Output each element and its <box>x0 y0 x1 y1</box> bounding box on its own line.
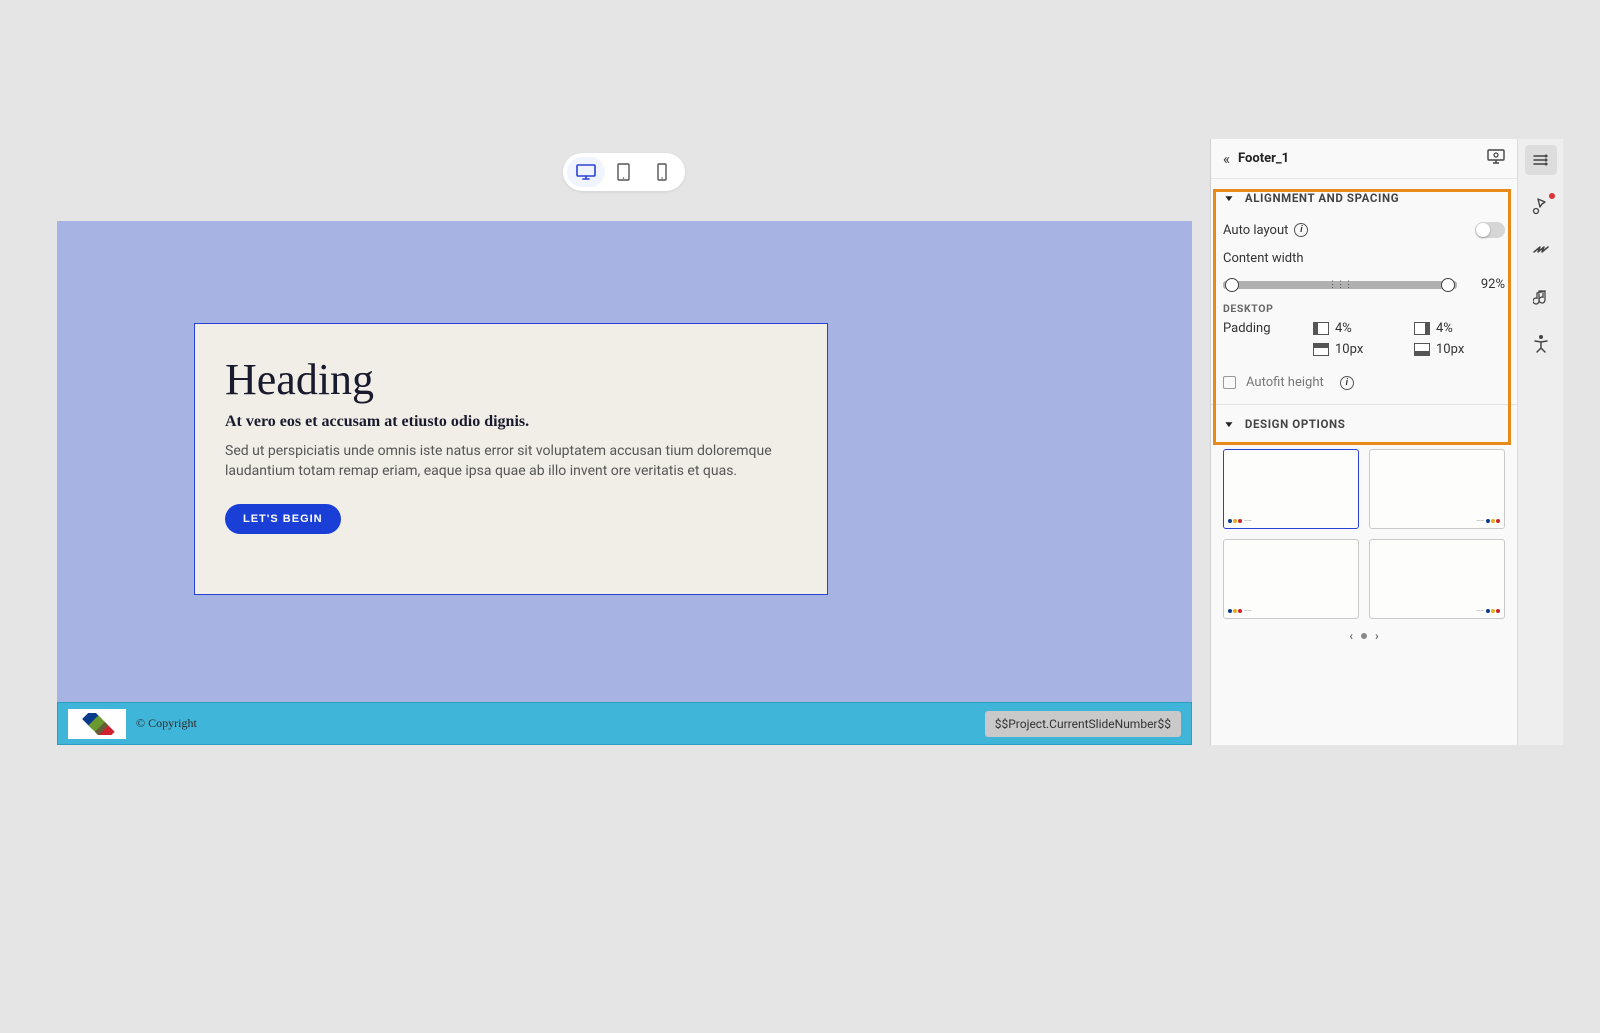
content-width-row: Content width <box>1211 245 1517 271</box>
design-options-pager: ‹ › <box>1211 623 1517 649</box>
footer-logo[interactable] <box>68 709 126 739</box>
alignment-section-toggle[interactable]: ▼ ALIGNMENT AND SPACING <box>1211 179 1517 215</box>
device-tablet-button[interactable] <box>605 157 643 187</box>
copyright-text[interactable]: © Copyright <box>136 716 197 731</box>
desktop-sublabel: DESKTOP <box>1211 296 1517 317</box>
device-desktop-button[interactable] <box>567 157 605 187</box>
design-option-1[interactable]: —— <box>1223 449 1359 529</box>
notification-dot-icon <box>1549 193 1555 199</box>
right-toolbar <box>1517 139 1563 745</box>
slider-grip-icon: ⋮⋮⋮ <box>1328 280 1352 290</box>
padding-left-icon <box>1313 322 1329 335</box>
app-shell: Heading At vero eos et accusam at etiust… <box>37 139 1563 745</box>
pager-prev[interactable]: ‹ <box>1349 629 1353 643</box>
inspector-header: « Footer_1 <box>1211 139 1517 179</box>
pager-next[interactable]: › <box>1375 629 1379 643</box>
padding-grid: Padding 4% 4% 10px 10px <box>1211 317 1517 365</box>
pager-dot[interactable] <box>1361 633 1367 639</box>
back-icon[interactable]: « <box>1223 150 1230 168</box>
info-icon[interactable]: i <box>1294 223 1308 237</box>
thumb-text: —— <box>1476 608 1484 614</box>
padding-top-icon <box>1313 343 1329 356</box>
design-option-2[interactable]: —— <box>1369 449 1505 529</box>
padding-top-input[interactable]: 10px <box>1313 342 1404 357</box>
design-options-grid: —— —— —— —— <box>1211 441 1517 623</box>
content-width-slider[interactable]: ⋮⋮⋮ <box>1223 281 1457 289</box>
padding-left-input[interactable]: 4% <box>1313 321 1404 336</box>
audio-tab[interactable] <box>1525 283 1557 313</box>
padding-right-input[interactable]: 4% <box>1414 321 1505 336</box>
inspector-panel: « Footer_1 ▼ ALIGNMENT AND SPACING Auto … <box>1210 139 1517 745</box>
chevron-down-icon: ▼ <box>1223 193 1235 203</box>
autofit-label: Autofit height <box>1246 375 1324 390</box>
content-width-label: Content width <box>1223 251 1304 266</box>
slider-min-knob[interactable] <box>1225 278 1239 292</box>
selected-object-name: Footer_1 <box>1238 151 1289 166</box>
content-width-value: 92% <box>1467 277 1505 292</box>
padding-bottom-icon <box>1414 343 1430 356</box>
device-switcher <box>563 153 685 191</box>
padding-right-icon <box>1414 322 1430 335</box>
auto-layout-toggle[interactable] <box>1475 222 1505 238</box>
design-option-3[interactable]: —— <box>1223 539 1359 619</box>
heading-text[interactable]: Heading <box>225 354 797 405</box>
cta-button[interactable]: LET'S BEGIN <box>225 504 341 534</box>
slide-canvas[interactable]: Heading At vero eos et accusam at etiust… <box>57 221 1192 745</box>
properties-tab[interactable] <box>1525 145 1557 175</box>
footer-band[interactable]: © Copyright $$Project.CurrentSlideNumber… <box>57 702 1192 745</box>
slider-max-knob[interactable] <box>1441 278 1455 292</box>
design-option-4[interactable]: —— <box>1369 539 1505 619</box>
interactions-tab[interactable] <box>1525 191 1557 221</box>
thumb-text: —— <box>1244 608 1252 614</box>
canvas-area: Heading At vero eos et accusam at etiust… <box>37 139 1210 745</box>
design-options-toggle[interactable]: ▼ DESIGN OPTIONS <box>1211 405 1517 441</box>
padding-bottom-input[interactable]: 10px <box>1414 342 1505 357</box>
autofit-height-row[interactable]: Autofit height i <box>1211 365 1517 404</box>
auto-layout-row: Auto layout i <box>1211 215 1517 245</box>
desktop-preview-icon[interactable] <box>1487 149 1505 169</box>
slide-number-variable[interactable]: $$Project.CurrentSlideNumber$$ <box>985 711 1181 737</box>
autofit-checkbox[interactable] <box>1223 376 1236 389</box>
content-width-slider-row: ⋮⋮⋮ 92% <box>1211 271 1517 296</box>
padding-label: Padding <box>1223 321 1303 336</box>
device-mobile-button[interactable] <box>643 157 681 187</box>
auto-layout-label: Auto layout <box>1223 223 1288 238</box>
thumb-text: —— <box>1244 518 1252 524</box>
subheading-text[interactable]: At vero eos et accusam at etiusto odio d… <box>225 413 797 431</box>
info-icon[interactable]: i <box>1340 376 1354 390</box>
thumb-text: —— <box>1476 518 1484 524</box>
content-card[interactable]: Heading At vero eos et accusam at etiust… <box>194 323 828 595</box>
body-text[interactable]: Sed ut perspiciatis unde omnis iste natu… <box>225 441 797 482</box>
chevron-down-icon: ▼ <box>1223 419 1235 429</box>
accessibility-tab[interactable] <box>1525 329 1557 359</box>
animations-tab[interactable] <box>1525 237 1557 267</box>
